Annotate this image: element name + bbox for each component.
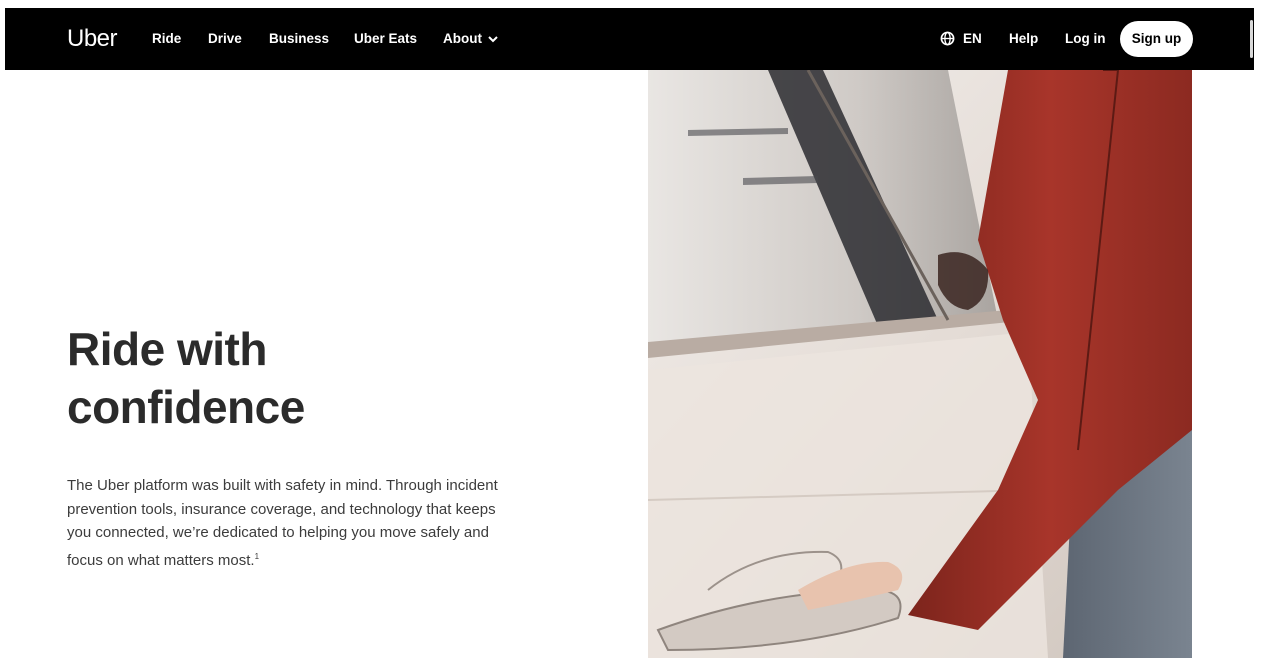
nav-link-uber-eats[interactable]: Uber Eats	[354, 31, 417, 46]
chevron-down-icon	[488, 36, 498, 43]
footnote-marker: 1	[254, 551, 260, 561]
hero-title-line2: confidence	[67, 381, 305, 433]
help-link[interactable]: Help	[1009, 31, 1038, 46]
nav-link-about-label: About	[443, 31, 482, 46]
hero-image	[648, 70, 1192, 658]
hero-title-line1: Ride with	[67, 323, 267, 375]
scrollbar-thumb[interactable]	[1250, 20, 1253, 58]
signup-button[interactable]: Sign up	[1120, 21, 1193, 57]
top-strip	[0, 0, 1269, 8]
page-right-edge	[1254, 0, 1269, 658]
hero-photo-illustration	[648, 70, 1192, 658]
nav-link-ride[interactable]: Ride	[152, 31, 181, 46]
language-selector[interactable]: EN	[963, 31, 982, 46]
uber-logo[interactable]: Uber	[67, 25, 118, 53]
nav-link-business[interactable]: Business	[269, 31, 329, 46]
nav-link-about[interactable]: About	[443, 31, 498, 46]
top-navigation-bar: Uber Ride Drive Business Uber Eats About…	[5, 8, 1254, 70]
login-link[interactable]: Log in	[1065, 31, 1106, 46]
hero-description-text: The Uber platform was built with safety …	[67, 477, 498, 569]
hero-description: The Uber platform was built with safety …	[67, 474, 522, 572]
hero-title: Ride with confidence	[67, 320, 517, 436]
nav-link-drive[interactable]: Drive	[208, 31, 242, 46]
globe-icon[interactable]	[940, 31, 955, 46]
